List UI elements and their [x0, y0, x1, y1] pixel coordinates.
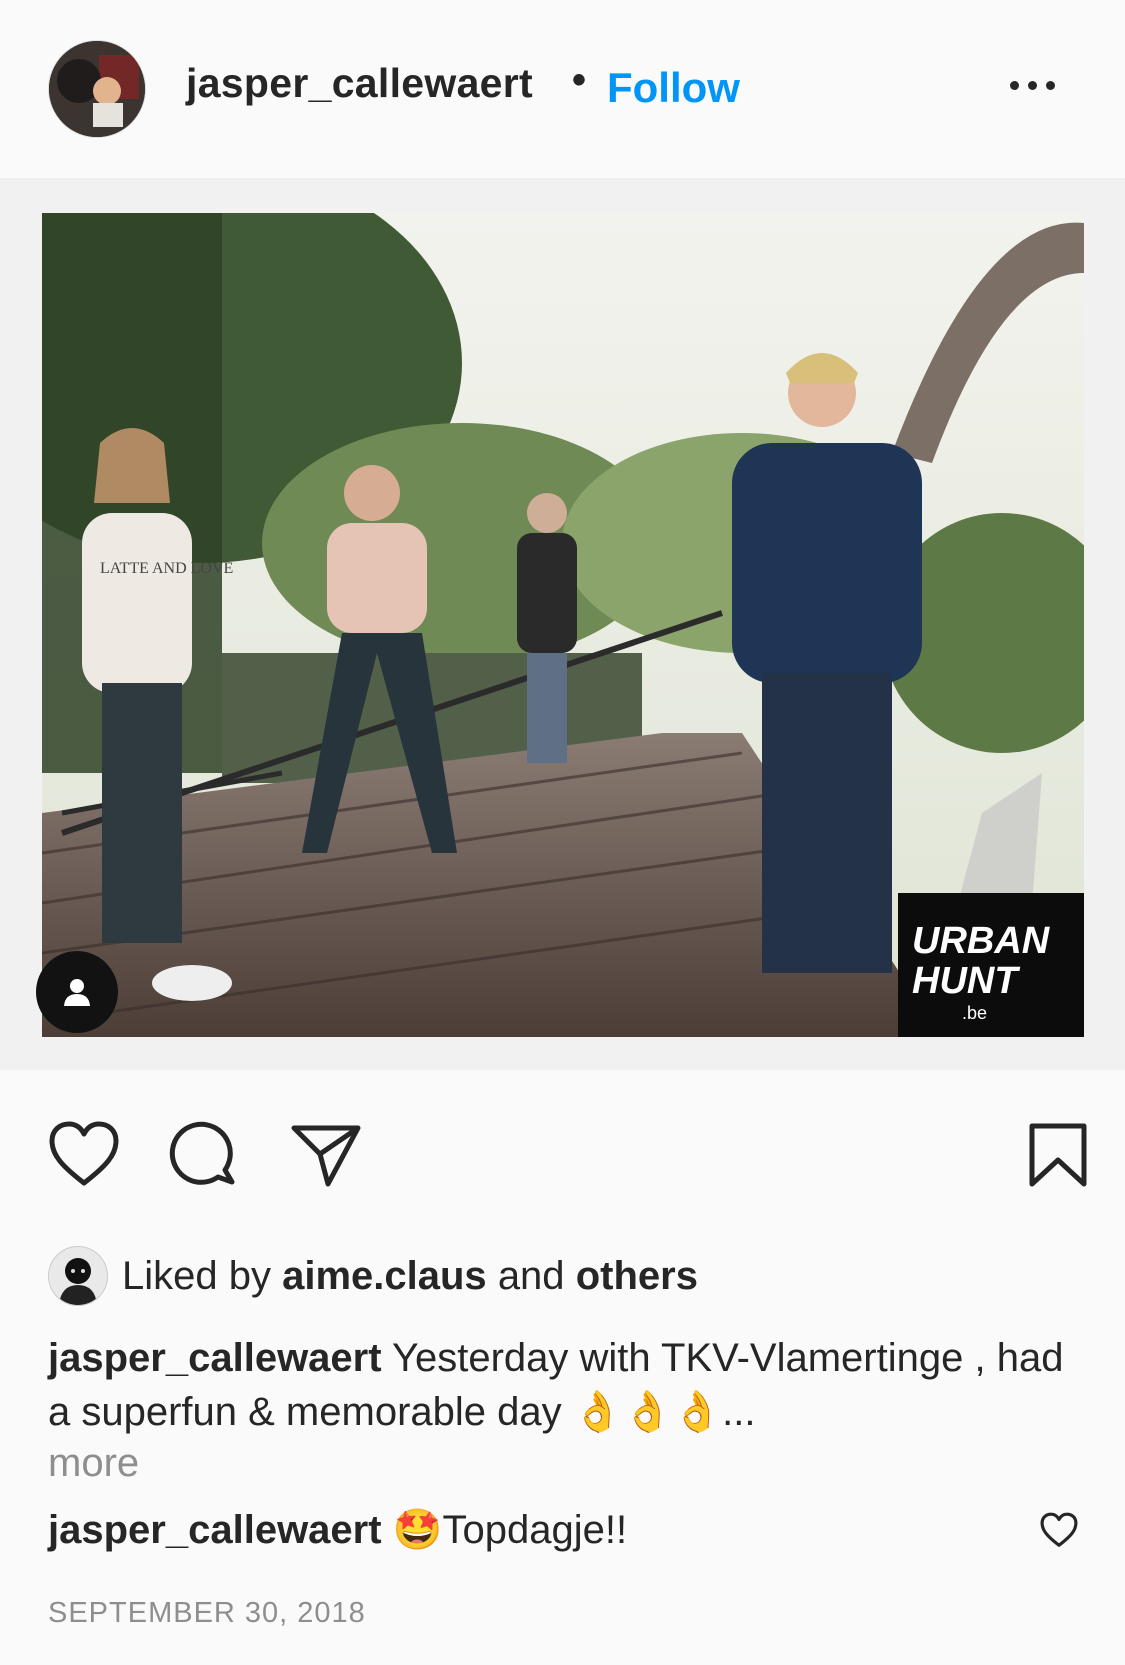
liker-username[interactable]: aime.claus: [282, 1254, 487, 1299]
liked-by-prefix: Liked by: [122, 1253, 271, 1298]
share-icon[interactable]: [290, 1122, 362, 1188]
watermark-line2: HUNT: [912, 960, 1020, 1002]
follow-button[interactable]: Follow: [607, 64, 740, 112]
separator-dot: •: [572, 58, 587, 102]
action-bar: [0, 1120, 1125, 1200]
post-photo: URBAN HUNT .be LATTE AND LOVE: [42, 213, 1084, 1037]
shirt-text: LATTE AND LOVE: [100, 560, 233, 577]
comment-text: 🤩Topdagje!!: [392, 1508, 628, 1552]
comment-username[interactable]: jasper_callewaert: [48, 1508, 382, 1552]
likes-summary: Liked by aime.claus and others: [48, 1245, 698, 1307]
liker-avatar[interactable]: [48, 1246, 108, 1306]
post-date: SEPTEMBER 30, 2018: [48, 1597, 366, 1629]
liked-and: and: [497, 1253, 565, 1298]
likes-others-link[interactable]: others: [576, 1254, 698, 1299]
profile-avatar[interactable]: [48, 40, 146, 138]
caption-more-link[interactable]: more: [48, 1441, 139, 1486]
watermark-line3: .be: [962, 1003, 987, 1023]
post-media[interactable]: URBAN HUNT .be LATTE AND LOVE: [0, 180, 1125, 1070]
comment-icon[interactable]: [168, 1120, 240, 1192]
dot: [1046, 80, 1055, 90]
post-photo-illustration: URBAN HUNT .be LATTE AND LOVE: [42, 213, 1084, 1037]
post-author-username[interactable]: jasper_callewaert: [186, 60, 533, 107]
user-tag-icon[interactable]: [36, 951, 118, 1033]
comment-row: jasper_callewaert 🤩Topdagje!!: [48, 1503, 627, 1557]
post-header: jasper_callewaert • Follow: [0, 0, 1125, 180]
dot: [1010, 80, 1019, 90]
more-options-icon[interactable]: [1010, 70, 1066, 100]
caption-username[interactable]: jasper_callewaert: [48, 1336, 382, 1380]
liker-avatar-glyph: [59, 1258, 97, 1305]
heart-icon[interactable]: [48, 1120, 120, 1188]
user-tag-glyph: [64, 979, 90, 1006]
avatar-photo: [49, 41, 145, 137]
bookmark-icon[interactable]: [1028, 1122, 1088, 1188]
post-caption: jasper_callewaert Yesterday with TKV-Vla…: [48, 1331, 1088, 1439]
dot: [1028, 80, 1037, 90]
watermark-line1: URBAN: [912, 920, 1051, 962]
comment-heart-icon[interactable]: [1040, 1512, 1078, 1548]
